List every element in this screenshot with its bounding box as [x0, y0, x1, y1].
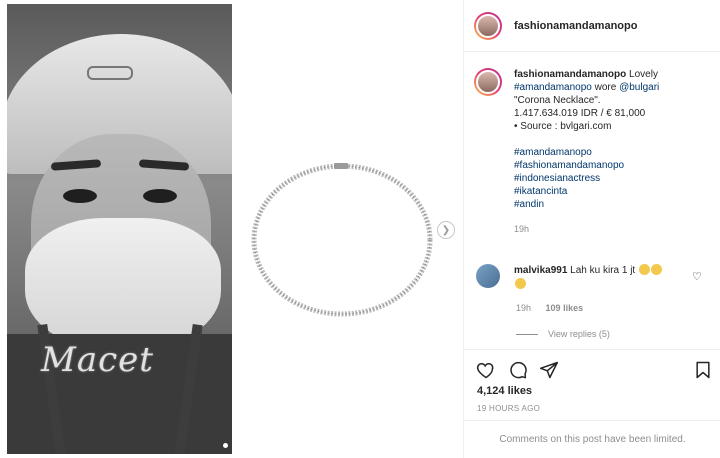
caption-avatar[interactable] — [474, 68, 502, 96]
caption-intro: Lovely — [629, 69, 658, 80]
avatar[interactable] — [474, 11, 502, 40]
necklace-image — [251, 163, 433, 317]
post-media: Macet ❯ — [0, 0, 463, 458]
post-header: fashionamandamanopo — [464, 0, 720, 52]
laughing-emoji-icon — [639, 264, 650, 275]
laughing-emoji-icon — [651, 264, 662, 275]
chevron-right-icon: ❯ — [441, 224, 451, 236]
hashtag-link[interactable]: #ikatancinta — [514, 185, 714, 198]
comment-time[interactable]: 19h — [516, 303, 531, 313]
comment-likes[interactable]: 109 likes — [546, 303, 584, 313]
hashtag-link[interactable]: #indonesianactress — [514, 172, 714, 185]
hashtag-link[interactable]: #andin — [514, 198, 714, 211]
post-photo: Macet — [7, 4, 232, 454]
likes-count[interactable]: 4,124 likes — [477, 385, 532, 397]
next-slide-button[interactable]: ❯ — [437, 221, 455, 239]
heart-icon[interactable] — [476, 360, 496, 380]
comment-meta: 19h 109 likes — [516, 303, 583, 313]
caption-price: 1.417.634.019 IDR / € 81,000 — [514, 108, 646, 119]
view-replies-button[interactable]: View replies (5) — [516, 329, 610, 339]
comment-item: malvika991 Lah ku kira 1 jt — [474, 264, 714, 292]
comment-like-icon[interactable]: ♡ — [692, 270, 702, 283]
caption-time[interactable]: 19h — [514, 223, 714, 236]
caption-hashtag-link[interactable]: #amandamanopo — [514, 82, 592, 93]
hashtag-link[interactable]: #amandamanopo — [514, 146, 714, 159]
photo-sticker-text: Macet — [41, 340, 154, 380]
post-timestamp[interactable]: 19 HOURS AGO — [477, 404, 540, 413]
mention-link[interactable]: @bulgari — [619, 82, 659, 93]
comment-avatar[interactable] — [476, 264, 500, 288]
bookmark-icon[interactable] — [693, 360, 713, 380]
post-caption: fashionamandamanopo Lovely #amandamanopo… — [474, 68, 714, 236]
share-icon[interactable] — [539, 360, 559, 380]
carousel-dot — [223, 443, 228, 448]
comments-disabled-notice: Comments on this post have been limited. — [464, 420, 720, 458]
caption-source: • Source : bvlgari.com — [514, 121, 612, 132]
caption-wore: wore — [594, 82, 617, 93]
caption-title: "Corona Necklace". — [514, 95, 601, 106]
post-side-panel: fashionamandamanopo fashionamandamanopo … — [463, 0, 720, 458]
hashtag-link[interactable]: #fashionamandamanopo — [514, 159, 714, 172]
header-username[interactable]: fashionamandamanopo — [514, 20, 637, 32]
comment-icon[interactable] — [508, 360, 528, 380]
view-replies-label: View replies (5) — [548, 329, 610, 339]
laughing-emoji-icon — [515, 278, 526, 289]
comment-text: Lah ku kira 1 jt — [570, 265, 636, 276]
caption-username[interactable]: fashionamandamanopo — [514, 69, 626, 80]
comment-username[interactable]: malvika991 — [514, 265, 567, 276]
